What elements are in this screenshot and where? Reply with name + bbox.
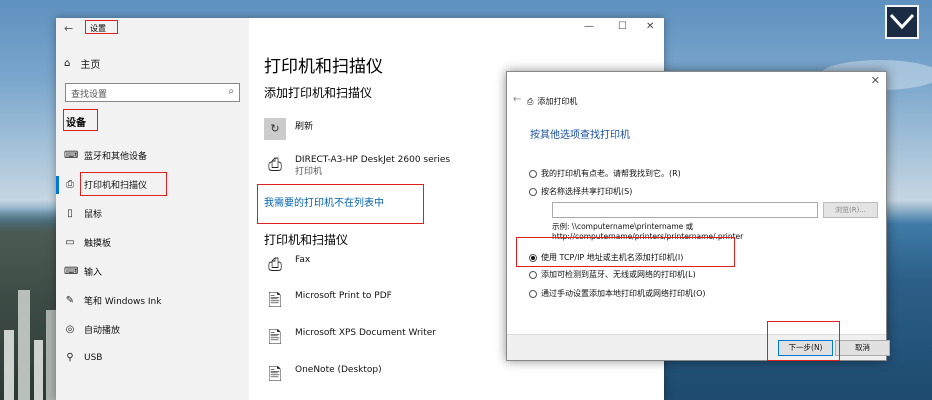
browse-button[interactable]: 浏览(R)... <box>823 202 878 218</box>
add-printers-heading: 添加打印机和扫描仪 <box>264 86 373 100</box>
radio-button[interactable] <box>529 270 537 279</box>
maximize-icon[interactable]: ☐ <box>618 21 627 32</box>
sidebar-item-autoplay[interactable]: ◎ 自动播放 <box>64 323 120 336</box>
sidebar-item-label: 笔和 Windows Ink <box>84 297 162 307</box>
city-skyline <box>0 0 58 400</box>
dialog-title: ⎙ 添加打印机 <box>527 96 577 107</box>
fax-icon: ⎙ <box>268 255 282 275</box>
sidebar-item-label: 打印机和扫描仪 <box>84 181 148 191</box>
printer-icon: ⎙ <box>268 155 282 175</box>
sidebar-item-label: 鼠标 <box>84 210 103 220</box>
selection-indicator <box>56 176 59 194</box>
document-printer-icon: 🖹 <box>268 291 282 311</box>
example-line: 示例: \\computername\printername 或 <box>552 222 694 231</box>
sidebar-item-touchpad[interactable]: ▭ 触摸板 <box>64 236 111 249</box>
option-old-printer[interactable]: 我的打印机有点老。请帮我找到它。(R) <box>529 168 681 179</box>
search-input[interactable]: 查找设置 ⌕ <box>65 83 240 102</box>
found-printer-item[interactable]: ⎙ DIRECT-A3-HP DeskJet 2600 series 打印机 <box>264 154 450 178</box>
back-arrow-icon[interactable]: ← <box>64 22 73 35</box>
mouse-icon: ▯ <box>67 208 73 219</box>
pen-icon: ✎ <box>65 295 75 306</box>
cancel-button[interactable]: 取消 <box>835 340 890 356</box>
dialog-heading: 按其他选项查找打印机 <box>530 130 630 141</box>
sidebar-item-printers[interactable]: ⎙ 打印机和扫描仪 <box>64 178 147 191</box>
refresh-label[interactable]: 刷新 <box>295 119 313 132</box>
highlight-box <box>257 184 424 224</box>
bluetooth-devices-icon: ⌨ <box>64 150 79 161</box>
touchpad-icon: ▭ <box>65 237 75 248</box>
printer-icon: ⎙ <box>66 179 74 190</box>
sidebar-item-typing[interactable]: ⌨ 输入 <box>64 265 102 278</box>
option-label: 添加可检测到蓝牙、无线或网络的打印机(L) <box>541 270 696 279</box>
printer-icon: ⎙ <box>527 96 534 106</box>
refresh-button[interactable]: ↻ <box>264 118 286 140</box>
sidebar-item-label: 触摸板 <box>84 239 112 249</box>
dialog-title-label: 添加打印机 <box>537 97 578 106</box>
close-icon[interactable]: ✕ <box>646 21 654 32</box>
radio-button[interactable] <box>529 187 537 196</box>
nav-home[interactable]: ⌂ 主页 <box>64 56 100 71</box>
option-shared-printer[interactable]: 按名称选择共享打印机(S) <box>529 186 632 197</box>
sidebar-item-pen[interactable]: ✎ 笔和 Windows Ink <box>64 294 162 307</box>
printer-list-item[interactable]: ⎙ Fax <box>264 254 310 276</box>
printer-name: Microsoft XPS Document Writer <box>295 328 436 338</box>
search-icon[interactable]: ⌕ <box>228 86 234 97</box>
search-placeholder: 查找设置 <box>71 90 108 100</box>
page-title: 打印机和扫描仪 <box>264 57 383 77</box>
desktop-app-icon[interactable] <box>885 5 919 39</box>
option-label: 通过手动设置添加本地打印机或网络打印机(O) <box>541 289 706 298</box>
minimize-icon[interactable]: — <box>584 21 594 32</box>
document-printer-icon: 🖹 <box>268 328 282 348</box>
sidebar-item-label: USB <box>84 352 103 363</box>
option-wireless[interactable]: 添加可检测到蓝牙、无线或网络的打印机(L) <box>529 269 696 280</box>
highlight-box <box>63 109 98 131</box>
printer-list-item[interactable]: 🖹 OneNote (Desktop) <box>264 364 382 386</box>
option-label: 按名称选择共享打印机(S) <box>541 187 633 196</box>
found-printer-type: 打印机 <box>295 167 323 177</box>
option-label: 使用 TCP/IP 地址或主机名添加打印机(I) <box>541 253 684 262</box>
sidebar-item-usb[interactable]: ⚲ USB <box>64 352 102 363</box>
printer-name: OneNote (Desktop) <box>295 365 382 375</box>
printer-name: Fax <box>295 255 311 265</box>
option-tcpip[interactable]: 使用 TCP/IP 地址或主机名添加打印机(I) <box>529 252 683 263</box>
found-printer-name: DIRECT-A3-HP DeskJet 2600 series <box>295 155 451 165</box>
refresh-icon: ↻ <box>270 122 280 135</box>
printer-name: Microsoft Print to PDF <box>295 291 392 301</box>
sidebar-item-bluetooth[interactable]: ⌨ 蓝牙和其他设备 <box>64 149 147 162</box>
sidebar-item-mouse[interactable]: ▯ 鼠标 <box>64 207 102 220</box>
highlight-box <box>767 321 840 361</box>
sidebar-item-label: 蓝牙和其他设备 <box>84 152 148 162</box>
document-printer-icon: 🖹 <box>268 365 282 385</box>
option-label: 我的打印机有点老。请帮我找到它。(R) <box>541 169 681 178</box>
nav-home-label: 主页 <box>80 60 101 71</box>
printer-list-item[interactable]: 🖹 Microsoft Print to PDF <box>264 290 392 312</box>
close-icon[interactable]: ✕ <box>871 74 880 87</box>
back-arrow-icon[interactable]: ← <box>513 94 521 105</box>
highlight-box <box>85 20 118 34</box>
printer-list-item[interactable]: 🖹 Microsoft XPS Document Writer <box>264 327 436 349</box>
option-local-manual[interactable]: 通过手动设置添加本地打印机或网络打印机(O) <box>529 288 706 299</box>
radio-button[interactable] <box>529 253 537 262</box>
shared-printer-name-field[interactable] <box>552 202 818 218</box>
home-icon: ⌂ <box>64 58 71 69</box>
printers-list-heading: 打印机和扫描仪 <box>264 233 349 247</box>
usb-icon: ⚲ <box>66 352 74 363</box>
add-printer-dialog: ✕ ← ⎙ 添加打印机 按其他选项查找打印机 我的打印机有点老。请帮我找到它。(… <box>506 71 890 361</box>
sidebar-item-label: 自动播放 <box>84 326 121 336</box>
radio-button[interactable] <box>529 289 537 298</box>
autoplay-icon: ◎ <box>65 324 75 335</box>
settings-titlebar: ← 设置 — ☐ ✕ <box>56 18 664 40</box>
radio-button[interactable] <box>529 169 537 178</box>
keyboard-icon: ⌨ <box>64 266 79 277</box>
sidebar-item-label: 输入 <box>84 268 103 278</box>
